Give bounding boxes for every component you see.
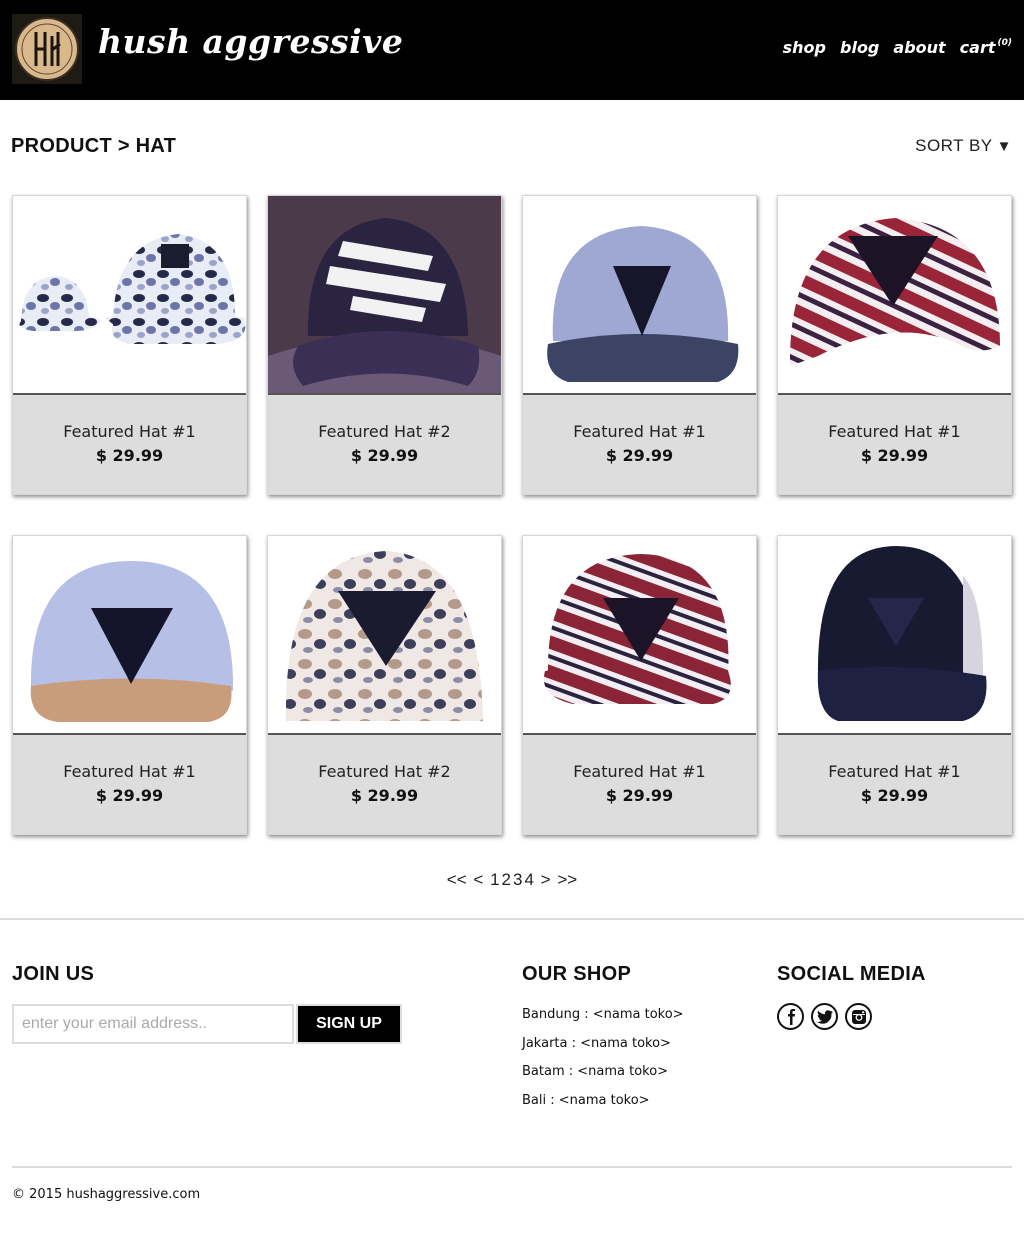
brand-name[interactable]: hush aggressive	[98, 22, 403, 61]
nav-cart-label: cart	[959, 38, 996, 57]
product-info: Featured Hat #1 $ 29.99	[13, 395, 246, 494]
nav-about[interactable]: about	[893, 38, 945, 57]
shop-location: Jakarta : <nama toko>	[522, 1035, 671, 1051]
product-image[interactable]	[523, 536, 756, 735]
logo[interactable]	[12, 14, 82, 84]
cart-count: (0)	[997, 38, 1013, 48]
signup-button[interactable]: SIGN UP	[296, 1004, 402, 1044]
product-info: Featured Hat #2 $ 29.99	[268, 395, 501, 494]
email-input[interactable]	[12, 1004, 294, 1044]
product-card[interactable]: Featured Hat #1 $ 29.99	[12, 195, 247, 495]
product-card[interactable]: Featured Hat #1 $ 29.99	[777, 535, 1012, 835]
sort-dropdown[interactable]: SORT BY ▼	[915, 136, 1012, 156]
product-info: Featured Hat #1 $ 29.99	[778, 395, 1011, 494]
product-name[interactable]: Featured Hat #1	[523, 422, 756, 441]
instagram-icon[interactable]	[845, 1003, 872, 1030]
product-name[interactable]: Featured Hat #2	[268, 762, 501, 781]
product-info: Featured Hat #1 $ 29.99	[523, 395, 756, 494]
social-heading: SOCIAL MEDIA	[777, 963, 926, 985]
product-info: Featured Hat #1 $ 29.99	[13, 735, 246, 834]
main-nav: shop blog about cart (0)	[783, 38, 1012, 57]
shop-location: Bandung : <nama toko>	[522, 1007, 684, 1022]
product-price: $ 29.99	[95, 446, 164, 465]
product-card[interactable]: Featured Hat #1 $ 29.99	[522, 535, 757, 835]
product-info: Featured Hat #2 $ 29.99	[268, 735, 501, 834]
pagination-page-4[interactable]: 4	[524, 870, 533, 889]
product-image[interactable]	[778, 196, 1011, 395]
product-card[interactable]: Featured Hat #1 $ 29.99	[777, 195, 1012, 495]
product-price: $ 29.99	[350, 786, 419, 805]
product-image[interactable]	[268, 536, 501, 735]
product-price: $ 29.99	[605, 786, 674, 805]
pagination-page-2[interactable]: 2	[502, 870, 511, 889]
shop-locations: Bandung : <nama toko> Jakarta : <nama to…	[522, 1007, 684, 1122]
copyright-text: © 2015 hushaggressive.com	[12, 1187, 201, 1202]
pagination-prev[interactable]: <	[473, 870, 483, 889]
product-price: $ 29.99	[860, 786, 929, 805]
nav-blog[interactable]: blog	[840, 38, 879, 57]
product-image[interactable]	[268, 196, 501, 395]
product-grid: Featured Hat #1 $ 29.99 Featured Hat #2 …	[12, 195, 1012, 835]
product-image[interactable]	[13, 536, 246, 735]
product-info: Featured Hat #1 $ 29.99	[778, 735, 1011, 834]
product-price: $ 29.99	[605, 446, 674, 465]
social-links	[777, 1003, 872, 1030]
join-heading: JOIN US	[12, 963, 95, 985]
facebook-icon[interactable]	[777, 1003, 804, 1030]
product-card[interactable]: Featured Hat #2 $ 29.99	[267, 535, 502, 835]
footer-divider	[0, 918, 1024, 920]
shop-heading: OUR SHOP	[522, 963, 632, 985]
product-card[interactable]: Featured Hat #2 $ 29.99	[267, 195, 502, 495]
sort-label: SORT BY	[915, 136, 993, 155]
product-info: Featured Hat #1 $ 29.99	[523, 735, 756, 834]
site-header: hush aggressive shop blog about cart (0)	[0, 0, 1024, 100]
pagination: << < 1234 > >>	[0, 870, 1024, 890]
product-name[interactable]: Featured Hat #1	[778, 762, 1011, 781]
shop-location: Bali : <nama toko>	[522, 1093, 650, 1109]
copyright-divider	[12, 1166, 1012, 1168]
pagination-next[interactable]: >	[541, 870, 551, 889]
caret-down-icon: ▼	[996, 138, 1012, 155]
product-name[interactable]: Featured Hat #1	[13, 422, 246, 441]
pagination-page-3[interactable]: 3	[513, 870, 522, 889]
pagination-last[interactable]: >>	[557, 870, 577, 889]
product-name[interactable]: Featured Hat #2	[268, 422, 501, 441]
nav-cart[interactable]: cart (0)	[960, 38, 1012, 57]
shop-location: Batam : <nama toko>	[522, 1064, 669, 1080]
product-name[interactable]: Featured Hat #1	[778, 422, 1011, 441]
product-card[interactable]: Featured Hat #1 $ 29.99	[12, 535, 247, 835]
product-card[interactable]: Featured Hat #1 $ 29.99	[522, 195, 757, 495]
product-image[interactable]	[13, 196, 246, 395]
product-name[interactable]: Featured Hat #1	[13, 762, 246, 781]
pagination-first[interactable]: <<	[447, 870, 467, 889]
nav-shop[interactable]: shop	[783, 38, 826, 57]
product-price: $ 29.99	[95, 786, 164, 805]
product-price: $ 29.99	[860, 446, 929, 465]
product-price: $ 29.99	[350, 446, 419, 465]
product-name[interactable]: Featured Hat #1	[523, 762, 756, 781]
twitter-icon[interactable]	[811, 1003, 838, 1030]
breadcrumb: PRODUCT > HAT	[11, 135, 177, 157]
pagination-page-1[interactable]: 1	[490, 870, 499, 889]
product-image[interactable]	[778, 536, 1011, 735]
product-image[interactable]	[523, 196, 756, 395]
